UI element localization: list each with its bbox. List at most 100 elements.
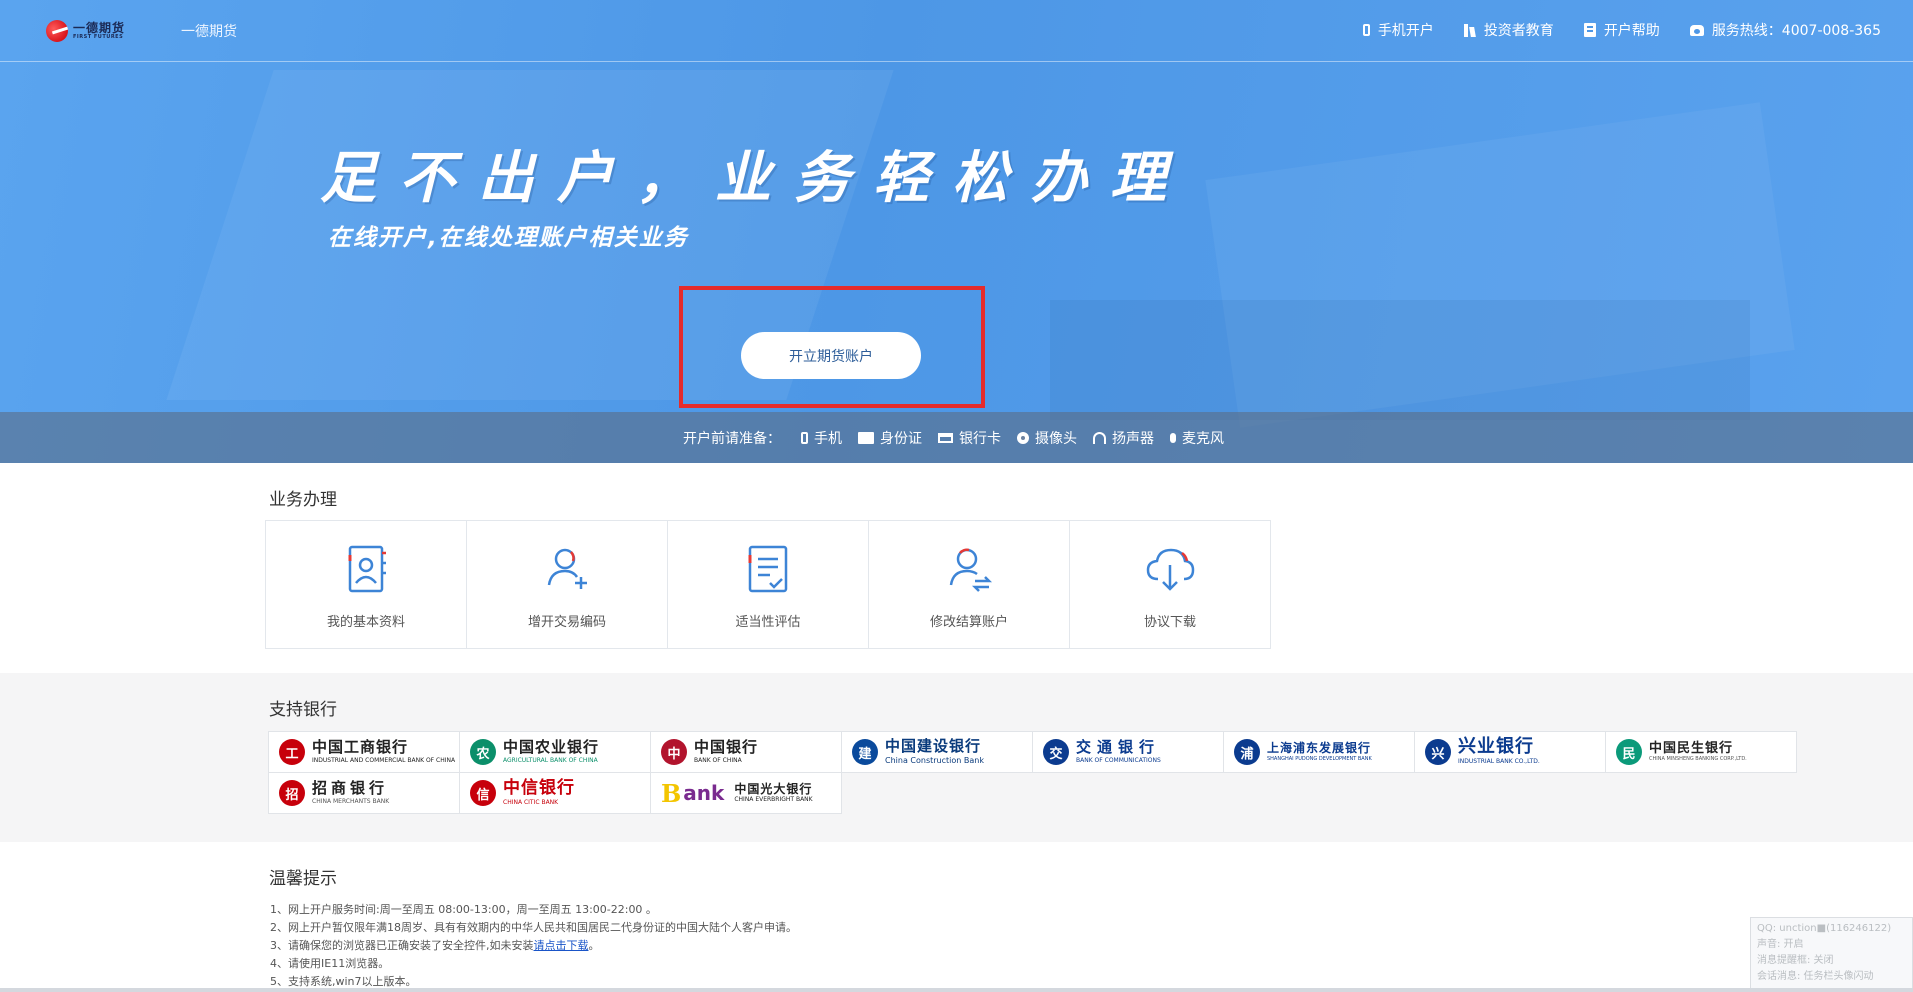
bank-icbc[interactable]: 工 中国工商银行 INDUSTRIAL AND COMMERCIAL BANK O…	[268, 731, 460, 773]
business-item-suitability-assessment[interactable]: 适当性评估	[668, 521, 869, 648]
tips-list: 1、网上开户服务时间:周一至周五 08:00-13:00，周一至周五 13:00…	[270, 901, 797, 991]
tips-section-title: 温馨提示	[269, 869, 337, 889]
nav-service-hotline[interactable]: 服务热线：4007-008-365	[1689, 20, 1881, 40]
prep-label: 开户前请准备：	[683, 430, 781, 447]
qq-overlay-line: 消息提醒框: 关闭	[1757, 955, 1834, 966]
bank-name-en: AGRICULTURAL BANK OF CHINA	[503, 756, 598, 764]
cloud-download-icon	[1146, 548, 1195, 591]
bank-name-en: BANK OF CHINA	[694, 756, 742, 764]
qq-overlay-line: QQ: unction■(116246122)	[1757, 923, 1892, 934]
bank-name-en: INDUSTRIAL AND COMMERCIAL BANK OF CHINA	[312, 756, 456, 764]
tip-text: 3、请确保您的浏览器已正确安装了安全控件,如未安装	[270, 939, 534, 952]
bottom-taskbar-strip	[0, 988, 1913, 992]
add-user-icon	[547, 548, 587, 589]
microphone-icon	[1170, 432, 1176, 443]
hero-background-shape	[1050, 300, 1750, 420]
abc-logo-icon: 农	[470, 739, 496, 765]
business-grid: 我的基本资料 增开交易编码 适当性评估 修改结算账户 协议下载	[265, 520, 1271, 649]
bank-name-cn: 中国银行	[694, 737, 759, 756]
business-item-modify-settlement-account[interactable]: 修改结算账户	[869, 521, 1070, 648]
nav-label: 手机开户	[1377, 23, 1434, 39]
id-card-icon	[858, 431, 874, 444]
bank-name-en: INDUSTRIAL BANK CO.,LTD.	[1458, 758, 1540, 766]
nav-account-help[interactable]: 开户帮助	[1583, 20, 1660, 40]
bank-name-cn: 招商银行	[312, 778, 389, 797]
company-logo[interactable]: 一德期货 FIRST FUTURES	[46, 18, 126, 44]
nav-investor-education[interactable]: 投资者教育	[1463, 20, 1554, 40]
open-futures-account-button[interactable]: 开立期货账户	[741, 332, 921, 379]
tip-item: 4、请使用IE11浏览器。	[270, 957, 390, 970]
bank-name-cn: 中国民生银行	[1649, 740, 1734, 756]
spdb-logo-icon: 浦	[1234, 739, 1260, 765]
banks-section-title: 支持银行	[269, 700, 337, 720]
logo-mark-icon	[46, 20, 68, 42]
boc-logo-icon: 中	[661, 739, 687, 765]
tip-item: 1、网上开户服务时间:周一至周五 08:00-13:00，周一至周五 13:00…	[270, 903, 657, 916]
camera-icon	[1017, 431, 1029, 444]
bank-card-icon	[938, 432, 953, 443]
bank-name-cn: 中国工商银行	[312, 737, 409, 756]
ccb-logo-icon: 建	[852, 739, 878, 765]
business-item-basic-info[interactable]: 我的基本资料	[266, 521, 467, 648]
hero-slogan: 足不出户，业务轻松办理	[320, 145, 1189, 211]
bank-boc[interactable]: 中 中国银行 BANK OF CHINA	[650, 731, 842, 773]
tip-text-end: 。	[588, 939, 600, 952]
checklist-icon	[748, 545, 788, 593]
bank-name-en: CHINA CITIC BANK	[503, 798, 559, 806]
prep-item-label: 摄像头	[1035, 430, 1077, 447]
prep-item-speaker: 扬声器	[1093, 428, 1154, 448]
hero-subslogan: 在线开户,在线处理账户相关业务	[328, 225, 689, 251]
bank-spdb[interactable]: 浦 上海浦东发展银行 SHANGHAI PUDONG DEVELOPMENT BA…	[1223, 731, 1415, 773]
bank-ceb[interactable]: Bank 中国光大银行 CHINA EVERBRIGHT BANK	[650, 772, 842, 814]
prep-item-label: 扬声器	[1112, 430, 1154, 447]
business-item-add-trading-code[interactable]: 增开交易编码	[467, 521, 668, 648]
prep-item-id-card: 身份证	[858, 428, 922, 448]
bank-cib[interactable]: 兴 兴业银行 INDUSTRIAL BANK CO.,LTD.	[1414, 731, 1606, 773]
bank-cmbc[interactable]: 民 中国民生银行 CHINA MINSHENG BANKING CORP.,LTD…	[1605, 731, 1797, 773]
hero-banner: 一德期货 FIRST FUTURES 一德期货 手机开户 投资者教育 开户帮助 …	[0, 0, 1913, 463]
business-section-title: 业务办理	[269, 490, 337, 510]
icbc-logo-icon: 工	[279, 739, 305, 765]
bank-citic[interactable]: 信 中信银行 CHINA CITIC BANK	[459, 772, 651, 814]
bank-ccb[interactable]: 建 中国建设银行 China Construction Bank	[841, 731, 1033, 773]
brand-name[interactable]: 一德期货	[181, 21, 237, 41]
ceb-logo-icon: B	[661, 778, 682, 808]
logo-subtext: FIRST FUTURES	[73, 34, 124, 40]
nav-label: 服务热线：4007-008-365	[1711, 23, 1881, 39]
prep-item-camera: 摄像头	[1017, 428, 1077, 448]
download-control-link[interactable]: 请点击下载	[534, 939, 589, 952]
business-item-label: 适当性评估	[735, 615, 801, 630]
bank-name-en: CHINA EVERBRIGHT BANK	[734, 796, 813, 804]
bank-name-en: CHINA MERCHANTS BANK	[312, 797, 390, 805]
bank-bocom[interactable]: 交 交通银行 BANK OF COMMUNICATIONS	[1032, 731, 1224, 773]
qq-overlay-line: 会话消息: 任务栏头像闪动	[1757, 971, 1874, 982]
headphones-icon	[1093, 431, 1106, 444]
tip-item: 2、网上开户暂仅限年满18周岁、具有有效期内的中华人民共和国居民二代身份证的中国…	[270, 921, 797, 934]
bank-cmb[interactable]: 招 招商银行 CHINA MERCHANTS BANK	[268, 772, 460, 814]
bank-abc[interactable]: 农 中国农业银行 AGRICULTURAL BANK OF CHINA	[459, 731, 651, 773]
prep-item-mobile: 手机	[801, 428, 842, 448]
prep-item-label: 身份证	[880, 430, 922, 447]
bank-name-cn: 中国农业银行	[503, 737, 600, 756]
bank-name-cn: 交通银行	[1076, 737, 1161, 756]
header-nav: 手机开户 投资者教育 开户帮助 服务热线：4007-008-365	[1333, 20, 1881, 40]
bank-name-cn: 中信银行	[503, 777, 575, 798]
bank-name-en: China Construction Bank	[885, 755, 984, 765]
prep-item-label: 麦克风	[1182, 430, 1224, 447]
bank-name-cn: 中国建设银行	[885, 736, 982, 755]
business-item-label: 修改结算账户	[929, 615, 1008, 630]
mobile-icon	[1362, 24, 1370, 36]
top-navigation-bar: 一德期货 FIRST FUTURES 一德期货 手机开户 投资者教育 开户帮助 …	[0, 0, 1913, 62]
citic-logo-icon: 信	[470, 780, 496, 806]
business-item-label: 我的基本资料	[326, 615, 405, 630]
cmbc-logo-icon: 民	[1616, 739, 1642, 765]
business-item-agreement-download[interactable]: 协议下载	[1070, 521, 1270, 648]
ceb-logo-mark: ank	[683, 781, 725, 805]
profile-book-icon	[348, 545, 386, 593]
nav-label: 投资者教育	[1483, 23, 1554, 39]
bank-name-cn: 中国光大银行	[734, 781, 813, 796]
nav-mobile-account[interactable]: 手机开户	[1362, 20, 1434, 40]
prep-item-bank-card: 银行卡	[938, 428, 1001, 448]
books-icon	[1463, 23, 1476, 37]
nav-label: 开户帮助	[1603, 23, 1660, 39]
